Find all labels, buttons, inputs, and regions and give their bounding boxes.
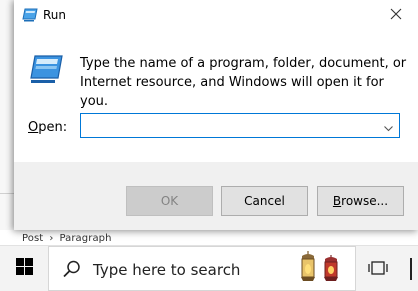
run-icon (28, 54, 64, 86)
open-label-text: pen: (38, 120, 68, 135)
breadcrumb-item-post[interactable]: Post (22, 233, 43, 244)
search-placeholder: Type here to search (93, 261, 241, 279)
chevron-down-icon[interactable] (384, 121, 393, 136)
run-icon (22, 8, 38, 22)
dialog-content: Type the name of a program, folder, docu… (14, 32, 418, 162)
background-divider (0, 193, 14, 194)
start-button[interactable] (0, 246, 48, 291)
run-dialog: Run Type the name of a program, folder, … (14, 0, 418, 230)
breadcrumb-separator: › (49, 233, 54, 244)
taskbar-app-icon[interactable] (408, 254, 418, 284)
description-line-1: Type the name of a program, folder, docu… (80, 56, 407, 71)
open-combobox[interactable] (80, 113, 400, 138)
dialog-footer: OK Cancel Browse... (14, 162, 418, 230)
lantern-decoration-icon (321, 255, 341, 289)
description-line-2: Internet resource, and Windows will open… (80, 75, 384, 109)
browse-accelerator: B (332, 194, 342, 208)
background-app-panel (0, 0, 14, 230)
ok-button[interactable]: OK (126, 186, 213, 216)
windows-logo-icon (15, 258, 33, 279)
cancel-button[interactable]: Cancel (221, 186, 308, 216)
dialog-description: Type the name of a program, folder, docu… (80, 54, 410, 111)
close-icon (390, 8, 402, 24)
taskbar-search-box[interactable]: Type here to search (48, 246, 356, 291)
task-view-icon[interactable] (368, 259, 388, 281)
browse-button[interactable]: Browse... (317, 186, 404, 216)
dialog-title: Run (43, 8, 67, 22)
open-label: Open: (28, 120, 67, 135)
lantern-decoration-icon (297, 251, 319, 289)
close-button[interactable] (374, 0, 418, 32)
search-icon (63, 260, 81, 282)
breadcrumb: Post › Paragraph (22, 233, 112, 244)
breadcrumb-item-paragraph[interactable]: Paragraph (59, 233, 111, 244)
taskbar: Type here to search (0, 245, 418, 291)
open-input[interactable] (83, 116, 377, 135)
open-label-accelerator: O (28, 120, 39, 135)
title-bar[interactable]: Run (14, 0, 418, 32)
browse-label: rowse... (341, 194, 389, 208)
